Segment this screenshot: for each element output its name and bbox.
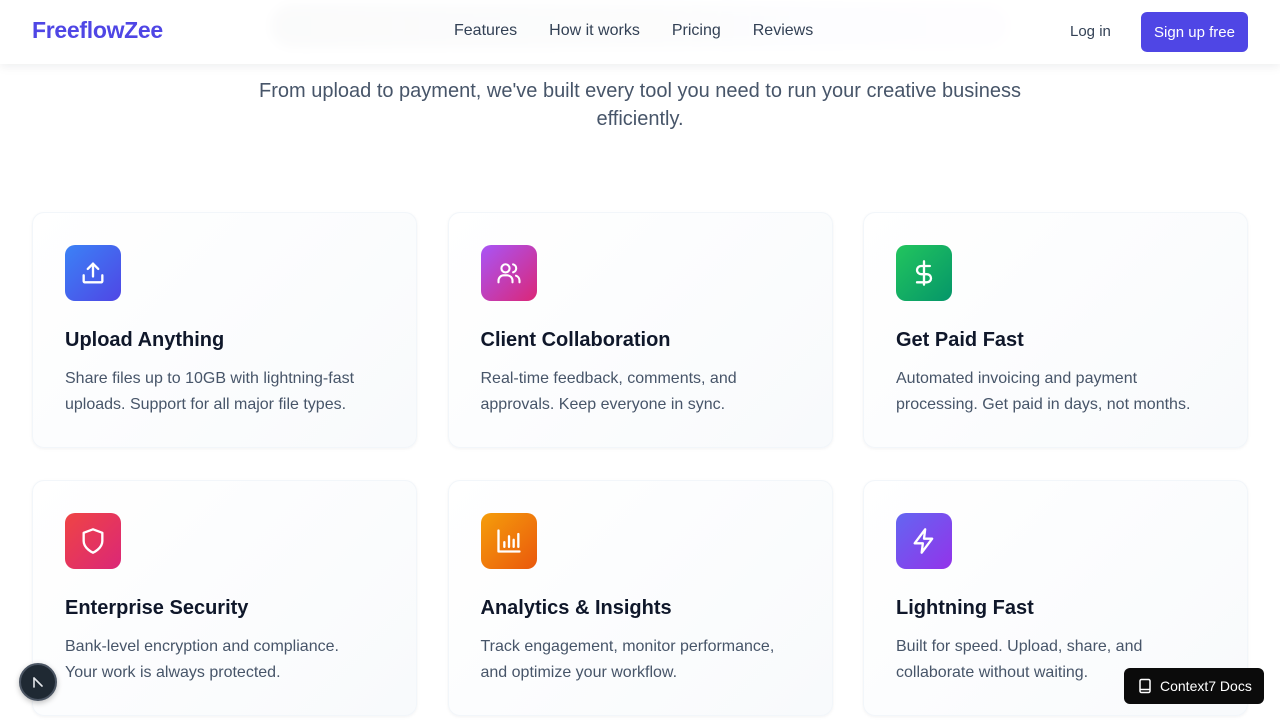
upload-icon (65, 245, 121, 301)
feature-card-analytics: Analytics & Insights Track engagement, m… (447, 480, 833, 716)
features-grid: Upload Anything Share files up to 10GB w… (32, 212, 1248, 716)
feature-title: Analytics & Insights (480, 597, 672, 619)
logo[interactable]: FreeflowZee (32, 17, 163, 44)
nav-reviews[interactable]: Reviews (753, 22, 813, 40)
feature-card-collaboration: Client Collaboration Real-time feedback,… (447, 212, 833, 448)
users-icon (480, 245, 537, 301)
feature-title: Client Collaboration (480, 329, 671, 351)
feature-description: Share files up to 10GB with lightning-fa… (65, 370, 355, 413)
feature-description: Automated invoicing and payment processi… (896, 370, 1191, 413)
feature-description: Real-time feedback, comments, and approv… (480, 370, 737, 413)
dev-tools-button[interactable] (19, 663, 57, 701)
feature-description: Track engagement, monitor performance, a… (480, 638, 775, 681)
signup-button[interactable]: Sign up free (1141, 12, 1248, 52)
docs-button[interactable]: Context7 Docs (1124, 668, 1264, 704)
lightning-icon (896, 513, 952, 569)
feature-description: Bank-level encryption and compliance. Yo… (65, 638, 339, 681)
dollar-icon (896, 245, 952, 301)
nav-how-it-works[interactable]: How it works (549, 22, 640, 40)
feature-title: Enterprise Security (65, 597, 249, 619)
book-icon (1139, 678, 1151, 694)
docs-label: Context7 Docs (1160, 678, 1252, 694)
shield-icon (65, 513, 121, 569)
login-link[interactable]: Log in (1070, 23, 1111, 40)
feature-title: Get Paid Fast (896, 329, 1024, 351)
arrow-icon (33, 677, 43, 688)
feature-card-upload: Upload Anything Share files up to 10GB w… (32, 212, 417, 448)
chart-icon (480, 513, 537, 569)
site-header: FreeflowZee Features How it works Pricin… (0, 0, 1280, 64)
feature-card-security: Enterprise Security Bank-level encryptio… (32, 480, 417, 716)
section-subtitle: From upload to payment, we've built ever… (258, 80, 1021, 130)
feature-title: Lightning Fast (896, 597, 1034, 619)
feature-title: Upload Anything (65, 329, 225, 351)
feature-card-payment: Get Paid Fast Automated invoicing and pa… (863, 212, 1248, 448)
main-nav: Features How it works Pricing Reviews (454, 22, 813, 40)
nav-features[interactable]: Features (454, 22, 517, 40)
nav-pricing[interactable]: Pricing (672, 22, 721, 40)
